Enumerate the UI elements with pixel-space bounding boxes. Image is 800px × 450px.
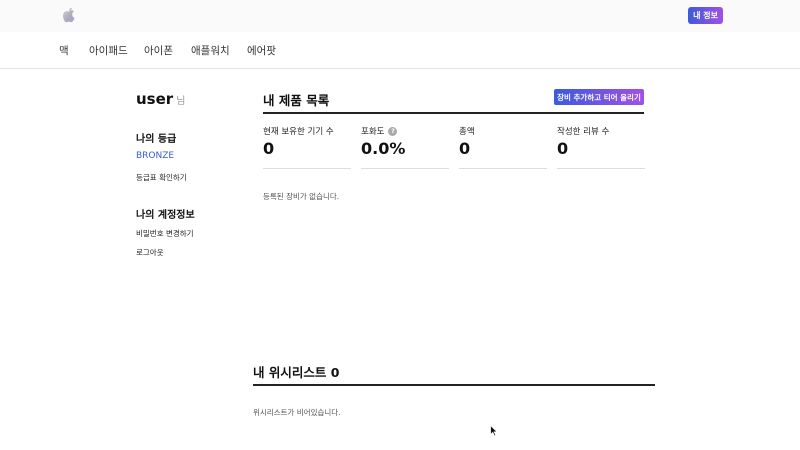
stat-label: 작성한 리뷰 수 [557, 127, 610, 137]
mouse-cursor-icon [490, 425, 498, 437]
apple-logo-icon[interactable] [59, 5, 79, 25]
wishlist-title: 내 위시리스트 0 [253, 365, 340, 380]
nav-item-mac[interactable]: 맥 [59, 43, 69, 58]
stat-device-count: 현재 보유한 기기 수 0 [263, 125, 351, 169]
stat-label: 현재 보유한 기기 수 [263, 127, 334, 137]
account-heading: 나의 계정정보 [136, 210, 195, 221]
grade-value: BRONZE [136, 151, 175, 161]
username: user [136, 90, 174, 108]
stat-underline [263, 168, 351, 169]
logout-link[interactable]: 로그아웃 [136, 247, 164, 258]
stat-value: 0 [557, 139, 569, 158]
stat-underline [557, 168, 645, 169]
stat-value: 0 [263, 139, 275, 158]
wishlist-divider [253, 384, 655, 386]
stat-value: 0 [459, 139, 471, 158]
nav-item-apple-watch[interactable]: 애플워치 [191, 43, 230, 58]
user-greeting: user 님 [136, 90, 185, 108]
add-device-button[interactable]: 장비 추가하고 티어 올리기 [554, 89, 644, 105]
products-divider [263, 112, 644, 114]
my-info-button[interactable]: 내 정보 [688, 7, 723, 24]
nav-item-ipad[interactable]: 아이패드 [89, 43, 128, 58]
stat-underline [459, 168, 547, 169]
grade-heading: 나의 등급 [136, 134, 177, 145]
stat-total-amount: 총액 0 [459, 125, 547, 169]
wishlist-empty-message: 위시리스트가 비어있습니다. [253, 408, 341, 417]
stat-saturation: 포화도 ? 0.0% [361, 125, 449, 169]
category-nav: 맥 아이패드 아이폰 애플워치 에어팟 [0, 32, 800, 69]
question-icon[interactable]: ? [388, 126, 398, 136]
stat-review-count: 작성한 리뷰 수 0 [557, 125, 645, 169]
stat-label: 포화도 ? [361, 125, 449, 137]
honorific: 님 [176, 96, 186, 107]
nav-item-airpods[interactable]: 에어팟 [247, 43, 276, 58]
products-empty-message: 등록된 장비가 없습니다. [263, 192, 340, 201]
stat-underline [361, 168, 449, 169]
top-bar: 내 정보 [0, 0, 800, 32]
stat-value: 0.0% [361, 139, 406, 158]
nav-item-iphone[interactable]: 아이폰 [144, 43, 173, 58]
change-password-link[interactable]: 비밀번호 변경하기 [136, 228, 194, 239]
products-title: 내 제품 목록 [263, 93, 330, 108]
stat-label: 총액 [459, 127, 475, 137]
grade-table-link[interactable]: 등급표 확인하기 [136, 172, 187, 183]
stat-label-text: 포화도 [361, 127, 385, 137]
